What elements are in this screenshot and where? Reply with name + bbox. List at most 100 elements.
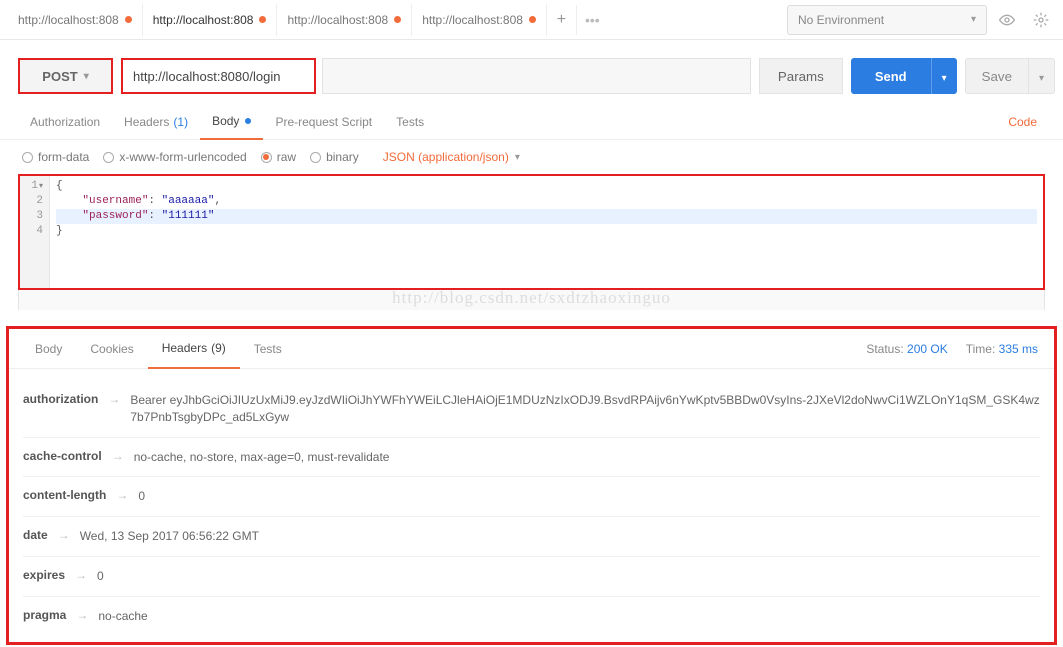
request-sub-tabs: Authorization Headers (1) Body Pre-reque… <box>0 104 1063 140</box>
status-label: Status: <box>866 342 903 356</box>
send-group: Send ▾ <box>851 58 957 94</box>
radio-label: raw <box>277 150 296 164</box>
tab-body[interactable]: Body <box>200 104 263 140</box>
eye-icon <box>999 12 1015 28</box>
arrow-right-icon: → <box>58 528 70 542</box>
radio-raw[interactable]: raw <box>261 150 296 164</box>
content-type-selector[interactable]: JSON (application/json) ▾ <box>383 150 520 164</box>
header-row: expires→0 <box>23 557 1040 597</box>
body-editor[interactable]: 1 2 3 4 { "username": "aaaaaa", "passwor… <box>18 174 1045 290</box>
tab-tests[interactable]: Tests <box>384 104 436 140</box>
arrow-right-icon: → <box>75 568 87 582</box>
arrow-right-icon: → <box>108 392 120 406</box>
tab-label: http://localhost:808 <box>153 13 254 27</box>
request-tabs: http://localhost:808 http://localhost:80… <box>8 4 787 36</box>
top-bar: http://localhost:808 http://localhost:80… <box>0 0 1063 40</box>
tab-prerequest[interactable]: Pre-request Script <box>263 104 384 140</box>
radio-label: form-data <box>38 150 89 164</box>
params-button[interactable]: Params <box>759 58 843 94</box>
header-value: 0 <box>138 488 145 505</box>
radio-binary[interactable]: binary <box>310 150 359 164</box>
tab-label: Tests <box>396 115 424 129</box>
send-button[interactable]: Send <box>851 58 931 94</box>
send-dropdown-button[interactable]: ▾ <box>931 58 957 94</box>
status-value: 200 OK <box>907 342 948 356</box>
code-label: Code <box>1008 115 1037 129</box>
header-value: no-cache, no-store, max-age=0, must-reva… <box>134 449 390 466</box>
header-name: authorization <box>23 392 98 406</box>
modified-dot-icon <box>529 16 536 23</box>
header-row: pragma → no-cache <box>23 597 1040 636</box>
code-content[interactable]: { "username": "aaaaaa", "password": "111… <box>50 176 1043 288</box>
request-tab[interactable]: http://localhost:808 <box>8 4 143 36</box>
radio-icon <box>261 152 272 163</box>
line-number: 1 <box>20 179 49 194</box>
save-button[interactable]: Save <box>965 58 1029 94</box>
response-status: Status: 200 OK Time: 335 ms <box>866 342 1042 356</box>
new-tab-button[interactable]: + <box>547 5 577 35</box>
chevron-down-icon: ▾ <box>971 14 976 25</box>
tab-label: Authorization <box>30 115 100 129</box>
tab-label: http://localhost:808 <box>287 13 388 27</box>
header-value: no-cache <box>98 608 147 625</box>
environment-area: No Environment ▾ <box>787 5 1055 35</box>
quick-look-button[interactable] <box>993 6 1021 34</box>
tab-headers[interactable]: Headers (1) <box>112 104 200 140</box>
response-panel: Body Cookies Headers (9) Tests Status: 2… <box>6 326 1057 645</box>
tab-label: Headers <box>162 341 207 355</box>
request-tab[interactable]: http://localhost:808 <box>412 4 547 36</box>
header-name: content-length <box>23 488 106 502</box>
radio-label: binary <box>326 150 359 164</box>
request-tab[interactable]: http://localhost:808 <box>277 4 412 36</box>
line-number: 2 <box>20 194 49 209</box>
resp-tab-headers[interactable]: Headers (9) <box>148 329 240 369</box>
arrow-right-icon: → <box>76 608 88 622</box>
time-label: Time: <box>966 342 996 356</box>
url-field-extension[interactable] <box>322 58 751 94</box>
radio-icon <box>310 152 321 163</box>
modified-dot-icon <box>245 118 251 124</box>
response-tabs: Body Cookies Headers (9) Tests <box>21 329 296 369</box>
header-name: pragma <box>23 608 66 622</box>
settings-button[interactable] <box>1027 6 1055 34</box>
header-name: cache-control <box>23 449 102 463</box>
code-link[interactable]: Code <box>1000 115 1045 129</box>
line-number: 3 <box>20 209 49 224</box>
resp-tab-cookies[interactable]: Cookies <box>76 329 147 369</box>
header-name: expires <box>23 568 65 582</box>
status-block: Status: 200 OK <box>866 342 947 356</box>
radio-form-data[interactable]: form-data <box>22 150 89 164</box>
save-dropdown-button[interactable]: ▾ <box>1029 58 1055 94</box>
http-method-selector[interactable]: POST ▾ <box>18 58 113 94</box>
response-headers-list: authorization → Bearer eyJhbGciOiJIUzUxMiJ… <box>9 369 1054 636</box>
resp-tab-body[interactable]: Body <box>21 329 76 369</box>
tab-label: Body <box>35 342 62 356</box>
line-gutter: 1 2 3 4 <box>20 176 50 288</box>
tab-label: Body <box>212 114 239 128</box>
chevron-down-icon: ▾ <box>515 152 520 163</box>
resp-tab-tests[interactable]: Tests <box>240 329 296 369</box>
header-row: content-length→0 <box>23 477 1040 517</box>
tab-count: (9) <box>211 341 226 355</box>
tab-count: (1) <box>173 115 188 129</box>
tab-label: http://localhost:808 <box>18 13 119 27</box>
url-input[interactable] <box>133 69 304 84</box>
gear-icon <box>1033 12 1049 28</box>
time-block: Time: 335 ms <box>966 342 1038 356</box>
radio-urlencoded[interactable]: x-www-form-urlencoded <box>103 150 246 164</box>
modified-dot-icon <box>394 16 401 23</box>
tab-authorization[interactable]: Authorization <box>18 104 112 140</box>
modified-dot-icon <box>125 16 132 23</box>
header-value: Bearer eyJhbGciOiJIUzUxMiJ9.eyJzdWIiOiJh… <box>130 392 1040 426</box>
request-tab[interactable]: http://localhost:808 <box>143 4 278 36</box>
arrow-right-icon: → <box>112 449 124 463</box>
tabs-overflow-button[interactable]: ••• <box>577 12 608 28</box>
environment-selector[interactable]: No Environment ▾ <box>787 5 987 35</box>
chevron-down-icon: ▾ <box>942 73 947 84</box>
radio-label: x-www-form-urlencoded <box>119 150 246 164</box>
modified-dot-icon <box>259 16 266 23</box>
line-number: 4 <box>20 224 49 239</box>
editor-footer: http://blog.csdn.net/sxdtzhaoxinguo <box>18 290 1045 310</box>
header-row: date→Wed, 13 Sep 2017 06:56:22 GMT <box>23 517 1040 557</box>
method-label: POST <box>42 69 77 84</box>
